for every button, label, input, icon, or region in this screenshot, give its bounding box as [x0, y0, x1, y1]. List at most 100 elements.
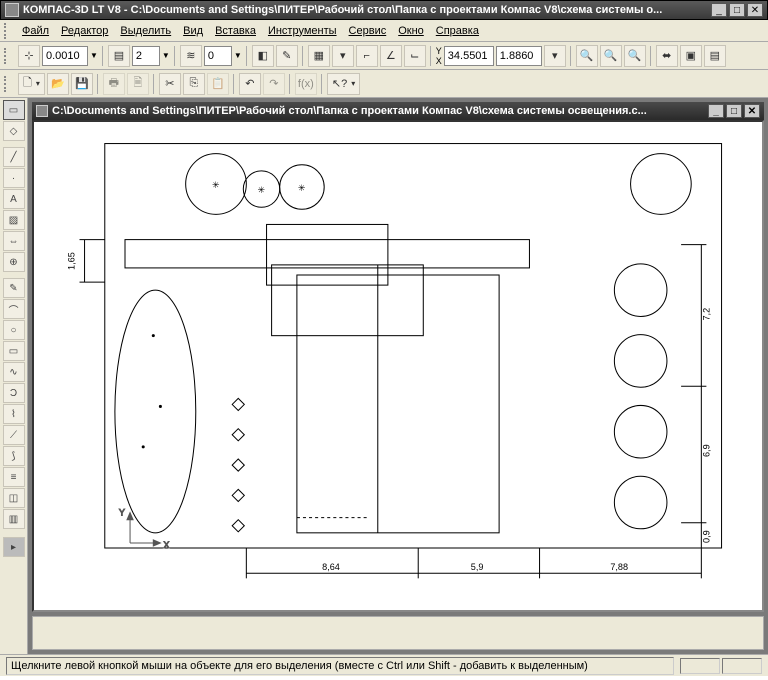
svg-text:✳: ✳ — [257, 185, 265, 195]
coord-x-input[interactable] — [444, 46, 494, 66]
menu-tools[interactable]: Инструменты — [268, 25, 337, 37]
toggle-panel-icon[interactable]: ▸ — [3, 537, 25, 557]
document-icon — [36, 105, 48, 117]
status-box-1 — [680, 658, 720, 674]
menu-window[interactable]: Окно — [398, 25, 424, 37]
copy-icon[interactable]: ⎘ — [183, 73, 205, 95]
cut-icon[interactable]: ✂ — [159, 73, 181, 95]
doc-maximize-button[interactable]: □ — [726, 104, 742, 118]
coord-label: YX — [436, 46, 442, 66]
text-tool-icon[interactable]: A — [3, 189, 25, 209]
edit-tool-icon[interactable]: ✎ — [3, 278, 25, 298]
app-title: КОМПАС-3D LT V8 - C:\Documents and Setti… — [23, 4, 711, 16]
maximize-button[interactable]: □ — [729, 3, 745, 17]
eraser-icon[interactable]: ◧ — [252, 45, 274, 67]
geometry-tool-icon[interactable]: ◇ — [3, 121, 25, 141]
grid-icon[interactable]: ▦ — [308, 45, 330, 67]
toolbar-properties: ⊹ ▼ ▤ ▼ ≋ ▼ ◧ ✎ ▦ ▾ ⌐ ∠ ⌙ YX ▾ 🔍 🔍 🔍 ⬌ ▣… — [0, 42, 768, 70]
symbol-tool-icon[interactable]: ⊕ — [3, 252, 25, 272]
work-area: ▭ ◇ ╱ · A ▨ ⇔ ⊕ ✎ ⌒ ○ ▭ ∿ Ɔ ⌇ ⟋ ⟆ ≡ ◫ ▥ … — [0, 98, 768, 654]
menu-file[interactable]: Файл — [22, 25, 49, 37]
svg-text:✳: ✳ — [212, 180, 220, 190]
measure-tool-icon[interactable]: ◫ — [3, 488, 25, 508]
document-title: C:\Documents and Settings\ПИТЕР\Рабочий … — [52, 105, 708, 117]
style-input[interactable] — [204, 46, 232, 66]
layer-dropdown[interactable]: ▼ — [132, 46, 170, 66]
title-bar: КОМПАС-3D LT V8 - C:\Documents and Setti… — [0, 0, 768, 20]
arc-tool-icon[interactable]: ⌒ — [3, 299, 25, 319]
menu-view[interactable]: Вид — [183, 25, 203, 37]
toolbar-grip[interactable] — [4, 23, 10, 39]
line-tool-icon[interactable]: ╱ — [3, 147, 25, 167]
paste-icon[interactable]: 📋 — [207, 73, 229, 95]
svg-text:0,9: 0,9 — [701, 530, 711, 543]
spline-tool-icon[interactable]: ∿ — [3, 362, 25, 382]
svg-text:X: X — [163, 540, 169, 550]
menu-bar: Файл Редактор Выделить Вид Вставка Инстр… — [0, 20, 768, 42]
selection-tool-icon[interactable]: ▭ — [3, 100, 25, 120]
zoom-window-icon[interactable]: 🔍 — [624, 45, 646, 67]
drawing-canvas[interactable]: ✳ ✳ ✳ — [32, 120, 764, 612]
print-icon[interactable]: 🖶 — [103, 73, 125, 95]
hatch-tool-icon[interactable]: ▨ — [3, 210, 25, 230]
params-tool-icon[interactable]: ▥ — [3, 509, 25, 529]
open-icon[interactable]: 📂 — [47, 73, 69, 95]
menu-help[interactable]: Справка — [436, 25, 479, 37]
new-doc-button[interactable]: 🗋▾ — [18, 73, 45, 95]
redo-icon[interactable]: ↷ — [263, 73, 285, 95]
local-cs-icon[interactable]: ⌙ — [404, 45, 426, 67]
ortho-icon[interactable]: ⌐ — [356, 45, 378, 67]
property-panel[interactable] — [32, 616, 764, 650]
rect-tool-icon[interactable]: ▭ — [3, 341, 25, 361]
zoom-out-icon[interactable]: 🔍 — [600, 45, 622, 67]
toolbar-grip[interactable] — [4, 48, 10, 64]
menu-editor[interactable]: Редактор — [61, 25, 108, 37]
minimize-button[interactable]: _ — [711, 3, 727, 17]
help-cursor-icon[interactable]: ↖?▾ — [327, 73, 360, 95]
doc-minimize-button[interactable]: _ — [708, 104, 724, 118]
toolbar-standard: 🗋▾ 📂 💾 🖶 🗎 ✂ ⎘ 📋 ↶ ↷ f(x) ↖?▾ — [0, 70, 768, 98]
status-text: Щелкните левой кнопкой мыши на объекте д… — [6, 657, 674, 675]
close-button[interactable]: ✕ — [747, 3, 763, 17]
circle-tool-icon[interactable]: ○ — [3, 320, 25, 340]
polyline-tool-icon[interactable]: ⌇ — [3, 404, 25, 424]
variables-icon[interactable]: f(x) — [295, 73, 317, 95]
layers-icon[interactable]: ▤ — [108, 45, 130, 67]
curve-tool-icon[interactable]: Ɔ — [3, 383, 25, 403]
coord-y-input[interactable] — [496, 46, 542, 66]
svg-text:✳: ✳ — [298, 183, 306, 193]
window-buttons: _ □ ✕ — [711, 3, 763, 17]
dimension-tool-icon[interactable]: ⇔ — [3, 231, 25, 251]
style-dropdown[interactable]: ▼ — [204, 46, 242, 66]
save-icon[interactable]: 💾 — [71, 73, 93, 95]
snap-toggle-icon[interactable]: ⊹ — [18, 45, 40, 67]
fillet-tool-icon[interactable]: ⟆ — [3, 446, 25, 466]
menu-service[interactable]: Сервис — [349, 25, 387, 37]
refresh-icon[interactable]: ▤ — [704, 45, 726, 67]
step-input[interactable] — [42, 46, 88, 66]
undo-icon[interactable]: ↶ — [239, 73, 261, 95]
fit-icon[interactable]: ▣ — [680, 45, 702, 67]
coord-dropdown[interactable]: ▾ — [544, 45, 566, 67]
chamfer-tool-icon[interactable]: ⟋ — [3, 425, 25, 445]
zoom-in-icon[interactable]: 🔍 — [576, 45, 598, 67]
point-tool-icon[interactable]: · — [3, 168, 25, 188]
aux-tool-icon[interactable]: ≡ — [3, 467, 25, 487]
toolbar-grip[interactable] — [4, 76, 10, 92]
menu-insert[interactable]: Вставка — [215, 25, 256, 37]
document-titlebar: C:\Documents and Settings\ПИТЕР\Рабочий … — [32, 102, 764, 120]
status-box-2 — [722, 658, 762, 674]
status-bar: Щелкните левой кнопкой мыши на объекте д… — [0, 654, 768, 676]
preview-icon[interactable]: 🗎 — [127, 73, 149, 95]
doc-close-button[interactable]: ✕ — [744, 104, 760, 118]
svg-text:1,65: 1,65 — [66, 252, 76, 270]
layer-input[interactable] — [132, 46, 160, 66]
linetype-icon[interactable]: ≋ — [180, 45, 202, 67]
pan-icon[interactable]: ⬌ — [656, 45, 678, 67]
trim-icon[interactable]: ✎ — [276, 45, 298, 67]
menu-select[interactable]: Выделить — [120, 25, 171, 37]
step-dropdown[interactable]: ▼ — [42, 46, 98, 66]
grid-dropdown-icon[interactable]: ▾ — [332, 45, 354, 67]
angle-icon[interactable]: ∠ — [380, 45, 402, 67]
svg-text:7,2: 7,2 — [701, 308, 711, 321]
